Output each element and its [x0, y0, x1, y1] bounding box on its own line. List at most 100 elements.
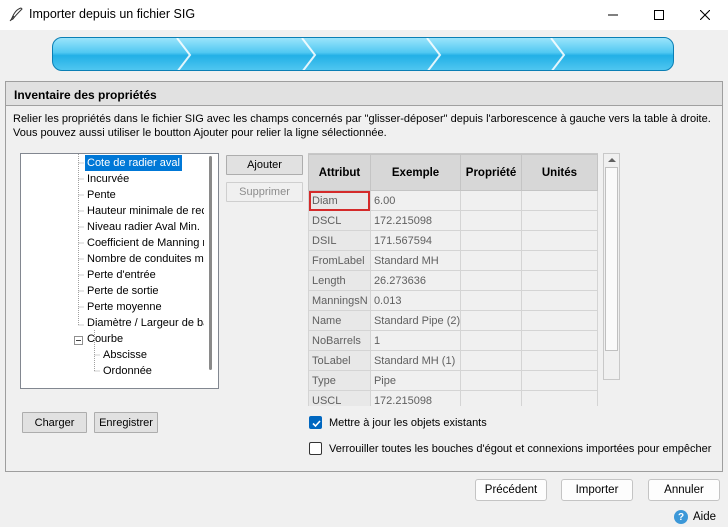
tree-item-perte-moyenne[interactable]: Perte moyenne [85, 299, 164, 315]
tree-item-courbe[interactable]: Courbe [85, 331, 125, 347]
cell-unites[interactable] [520, 250, 598, 271]
tree-item-abscisse[interactable]: Abscisse [101, 347, 149, 363]
tree-scrollbar[interactable] [204, 154, 218, 388]
table-row[interactable]: NoBarrels 1 [308, 330, 598, 351]
cell-attribut[interactable]: DSIL [308, 230, 371, 251]
cell-unites[interactable] [520, 390, 598, 406]
remove-button[interactable]: Supprimer [226, 182, 303, 202]
maximize-icon [654, 10, 664, 20]
cell-unites[interactable] [520, 350, 598, 371]
wizard-step-chevrons [176, 38, 566, 70]
cell-propriete[interactable] [460, 310, 522, 331]
cell-propriete[interactable] [460, 330, 522, 351]
cell-propriete[interactable] [460, 250, 522, 271]
table-row[interactable]: ManningsN 0.013 [308, 290, 598, 311]
tree-item-nombre-conduites[interactable]: Nombre de conduites mul [85, 251, 214, 267]
grid-scrollbar[interactable] [603, 153, 620, 380]
cell-unites[interactable] [520, 270, 598, 291]
save-button[interactable]: Enregistrer [94, 412, 158, 433]
property-tree[interactable]: Cote de radier aval Incurvée Pente Haute… [20, 153, 219, 389]
scroll-up-arrow-icon[interactable] [608, 158, 616, 162]
table-row[interactable]: DSIL 171.567594 [308, 230, 598, 251]
cell-exemple[interactable]: Standard Pipe (2) [369, 310, 462, 331]
cell-attribut[interactable]: Type [308, 370, 371, 391]
cell-exemple[interactable]: 26.273636 [369, 270, 462, 291]
table-row[interactable]: ToLabel Standard MH (1) [308, 350, 598, 371]
table-row[interactable]: Name Standard Pipe (2) [308, 310, 598, 331]
cell-exemple[interactable]: 171.567594 [369, 230, 462, 251]
cell-unites[interactable] [520, 310, 598, 331]
cell-attribut[interactable]: ManningsN [308, 290, 371, 311]
tree-item-pente[interactable]: Pente [85, 187, 118, 203]
attribute-mapping-grid[interactable]: Attribut Exemple Propriété Unités Diam 6.… [308, 153, 598, 406]
tree-item-cote-de-radier-aval[interactable]: Cote de radier aval [85, 155, 182, 171]
cell-attribut[interactable]: Length [308, 270, 371, 291]
cell-exemple[interactable]: 172.215098 [369, 390, 462, 406]
cell-attribut[interactable]: DSCL [308, 210, 371, 231]
table-row[interactable]: DSCL 172.215098 [308, 210, 598, 231]
tree-item-coefficient-manning[interactable]: Coefficient de Manning n [85, 235, 211, 251]
tree-item-perte-entree[interactable]: Perte d'entrée [85, 267, 158, 283]
tree-collapse-icon[interactable] [74, 336, 83, 345]
tree-item-incurvee[interactable]: Incurvée [85, 171, 131, 187]
cancel-button[interactable]: Annuler [648, 479, 720, 501]
cell-unites[interactable] [520, 210, 598, 231]
tree-item-hauteur-minimale[interactable]: Hauteur minimale de reco [85, 203, 215, 219]
cell-attribut[interactable]: USCL [308, 390, 371, 406]
cell-exemple[interactable]: Pipe [369, 370, 462, 391]
tree-scrollbar-thumb[interactable] [209, 156, 212, 370]
tree-item-diametre-largeur[interactable]: Diamètre / Largeur de ba [85, 315, 211, 331]
table-row[interactable]: FromLabel Standard MH [308, 250, 598, 271]
tree-item-niveau-radier-aval-min[interactable]: Niveau radier Aval Min. [85, 219, 202, 235]
cell-propriete[interactable] [460, 190, 522, 211]
column-header-attribut[interactable]: Attribut [308, 154, 371, 191]
grid-scrollbar-thumb[interactable] [605, 167, 618, 351]
cell-exemple[interactable]: 172.215098 [369, 210, 462, 231]
update-existing-checkbox[interactable] [309, 416, 322, 429]
table-row[interactable]: Length 26.273636 [308, 270, 598, 291]
cell-exemple[interactable]: Standard MH [369, 250, 462, 271]
cell-attribut[interactable]: ToLabel [308, 350, 371, 371]
cell-exemple[interactable]: 0.013 [369, 290, 462, 311]
cell-propriete[interactable] [460, 350, 522, 371]
cell-propriete[interactable] [460, 230, 522, 251]
tree-item-ordonnee[interactable]: Ordonnée [101, 363, 154, 379]
cell-propriete[interactable] [460, 290, 522, 311]
update-existing-label: Mettre à jour les objets existants [329, 416, 487, 429]
cell-unites[interactable] [520, 330, 598, 351]
cell-unites[interactable] [520, 290, 598, 311]
maximize-button[interactable] [636, 0, 682, 30]
cell-exemple[interactable]: 1 [369, 330, 462, 351]
cell-propriete[interactable] [460, 210, 522, 231]
table-row[interactable]: USCL 172.215098 [308, 390, 598, 406]
cell-propriete[interactable] [460, 270, 522, 291]
cell-exemple[interactable]: Standard MH (1) [369, 350, 462, 371]
load-button[interactable]: Charger [22, 412, 87, 433]
close-button[interactable] [682, 0, 728, 30]
cell-unites[interactable] [520, 190, 598, 211]
table-row[interactable]: Diam 6.00 [308, 190, 598, 211]
cell-propriete[interactable] [460, 390, 522, 406]
tree-item-perte-sortie[interactable]: Perte de sortie [85, 283, 161, 299]
update-existing-option[interactable]: Mettre à jour les objets existants [309, 416, 487, 429]
cell-unites[interactable] [520, 370, 598, 391]
cell-attribut[interactable]: Name [308, 310, 371, 331]
lock-all-checkbox[interactable] [309, 442, 322, 455]
previous-button[interactable]: Précédent [475, 479, 547, 501]
add-button[interactable]: Ajouter [226, 155, 303, 175]
import-button[interactable]: Importer [561, 479, 633, 501]
cell-exemple[interactable]: 6.00 [369, 190, 462, 211]
cell-attribut[interactable]: NoBarrels [308, 330, 371, 351]
cell-propriete[interactable] [460, 370, 522, 391]
column-header-unites[interactable]: Unités [520, 154, 598, 191]
cell-attribut[interactable]: Diam [308, 190, 371, 211]
cell-attribut[interactable]: FromLabel [308, 250, 371, 271]
column-header-exemple[interactable]: Exemple [369, 154, 462, 191]
help-link[interactable]: ? Aide [674, 510, 716, 524]
minimize-button[interactable] [590, 0, 636, 30]
table-row[interactable]: Type Pipe [308, 370, 598, 391]
mapping-table: Attribut Exemple Propriété Unités Diam 6.… [308, 154, 598, 406]
column-header-propriete[interactable]: Propriété [460, 154, 522, 191]
lock-all-option[interactable]: Verrouiller toutes les bouches d'égout e… [309, 442, 711, 455]
cell-unites[interactable] [520, 230, 598, 251]
